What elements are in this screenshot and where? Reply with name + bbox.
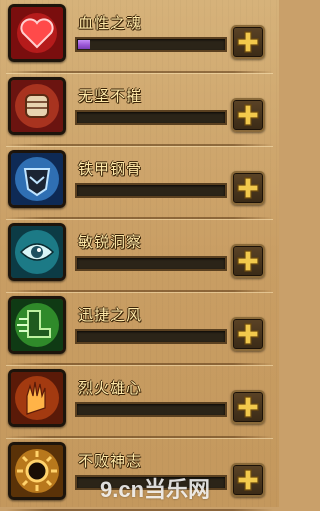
- skill-progress-bar: [75, 37, 227, 52]
- skill-row-2: 铁甲钢骨: [0, 146, 279, 219]
- skill-row-5: 烈火雄心: [0, 365, 279, 438]
- upgrade-button[interactable]: [231, 25, 265, 59]
- skill-progress-bar: [75, 329, 227, 344]
- skill-row-4: 迅捷之风: [0, 292, 279, 365]
- plus-icon: [237, 250, 259, 272]
- plus-icon: [237, 323, 259, 345]
- skill-panel: 血性之魂 无坚不摧 铁甲钢骨 敏锐洞察 迅捷之风 烈火雄心 不败神志 9.cn当…: [0, 0, 279, 511]
- wind-boot-icon[interactable]: [8, 296, 66, 354]
- fist-icon[interactable]: [8, 77, 66, 135]
- skill-progress-bar: [75, 110, 227, 125]
- site-watermark: 9.cn当乐网: [100, 477, 211, 502]
- blood-heart-icon[interactable]: [8, 4, 66, 62]
- skill-name: 不败神志: [78, 452, 143, 470]
- fire-hand-icon[interactable]: [8, 369, 66, 427]
- skill-name: 血性之魂: [78, 14, 143, 32]
- skill-progress-bar: [75, 256, 227, 271]
- plus-icon: [237, 104, 259, 126]
- skill-name: 迅捷之风: [78, 306, 143, 324]
- plus-icon: [237, 177, 259, 199]
- armor-icon[interactable]: [8, 150, 66, 208]
- skill-row-3: 敏锐洞察: [0, 219, 279, 292]
- skill-name: 烈火雄心: [78, 379, 143, 397]
- skill-name: 铁甲钢骨: [78, 160, 143, 178]
- skill-progress-bar: [75, 402, 227, 417]
- upgrade-button[interactable]: [231, 244, 265, 278]
- skill-progress-bar: [75, 183, 227, 198]
- skill-progress-fill: [78, 40, 90, 49]
- skill-name: 敏锐洞察: [78, 233, 143, 251]
- skill-row-0: 血性之魂: [0, 0, 279, 73]
- plus-icon: [237, 396, 259, 418]
- upgrade-button[interactable]: [231, 317, 265, 351]
- skill-row-1: 无坚不摧: [0, 73, 279, 146]
- sun-sigil-icon[interactable]: [8, 442, 66, 500]
- upgrade-button[interactable]: [231, 390, 265, 424]
- plus-icon: [237, 31, 259, 53]
- upgrade-button[interactable]: [231, 171, 265, 205]
- skill-name: 无坚不摧: [78, 87, 143, 105]
- eye-insight-icon[interactable]: [8, 223, 66, 281]
- upgrade-button[interactable]: [231, 98, 265, 132]
